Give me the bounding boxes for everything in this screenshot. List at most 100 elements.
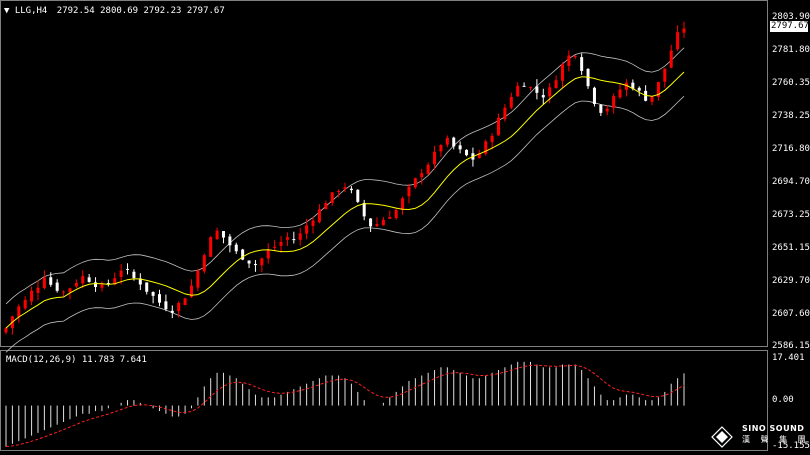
candle-body [324, 202, 328, 210]
ohlc-values: 2792.54 2800.69 2792.23 2797.67 [56, 6, 225, 16]
candle-body [158, 294, 162, 303]
candle-body [183, 298, 187, 306]
candle-body [4, 328, 8, 333]
chart-canvas[interactable] [0, 0, 810, 455]
candle-body [177, 302, 181, 312]
candle-body [17, 306, 21, 317]
candle-body [234, 244, 238, 252]
price-tick: 2781.80 [772, 45, 810, 55]
candle-body [74, 282, 78, 287]
candle-body [100, 284, 104, 288]
candle-body [599, 104, 603, 113]
candle-body [247, 260, 251, 264]
candle-body [407, 186, 411, 197]
candle-body [560, 64, 564, 81]
candle-body [23, 299, 27, 309]
candle-body [548, 87, 552, 97]
symbol-label: LLG,H4 [14, 6, 48, 16]
candle-body [669, 50, 673, 68]
candle-body [528, 87, 532, 89]
candle-body [298, 233, 302, 240]
candle-body [580, 57, 584, 71]
signal-path [5, 364, 685, 448]
candle-body [573, 56, 577, 58]
price-tick: 2694.70 [772, 177, 810, 187]
candle-body [413, 178, 417, 188]
candle-body [637, 87, 641, 91]
macd-signal-line [5, 364, 685, 448]
lower-band [5, 95, 685, 353]
price-tick: 2738.25 [772, 111, 810, 121]
candle-body [30, 290, 34, 302]
candle-body [676, 32, 680, 50]
triangle-down-icon[interactable]: ▼ [4, 6, 9, 16]
current-price-label: 2797.67 [770, 21, 809, 32]
candle-body [260, 258, 264, 266]
macd-histogram [5, 361, 685, 447]
candle-body [420, 173, 424, 178]
candle-body [132, 271, 136, 278]
candle-body [356, 189, 360, 202]
candlesticks [4, 21, 686, 335]
candle-body [273, 246, 277, 248]
candle-body [497, 117, 501, 136]
candle-body [592, 87, 596, 104]
candle-body [305, 225, 309, 234]
price-tick: 2760.35 [772, 78, 810, 88]
candle-body [612, 96, 616, 108]
candle-body [221, 231, 225, 238]
candle-body [253, 264, 257, 266]
candle-body [81, 276, 85, 284]
candle-body [381, 219, 385, 226]
price-tick: 2673.25 [772, 210, 810, 220]
candle-body [682, 28, 686, 33]
moving-average-line [5, 71, 685, 329]
candle-body [330, 192, 334, 203]
candle-body [509, 96, 513, 108]
candle-body [458, 145, 462, 150]
candle-body [42, 277, 46, 289]
ma-path [5, 71, 685, 329]
candle-body [554, 80, 558, 89]
candle-body [62, 291, 66, 293]
candle-body [196, 270, 200, 288]
candle-body [362, 202, 366, 217]
candle-body [426, 164, 430, 174]
price-tick: 2607.60 [772, 309, 810, 319]
candle-body [215, 230, 219, 240]
candle-body [36, 287, 40, 293]
price-tick: 2629.70 [772, 276, 810, 286]
candle-body [503, 107, 507, 120]
candle-body [164, 301, 168, 310]
candle-body [401, 198, 405, 211]
candle-body [445, 137, 449, 145]
candle-body [516, 85, 520, 97]
price-tick: 2586.15 [772, 341, 810, 351]
symbol-header[interactable]: ▼ LLG,H4 2792.54 2800.69 2792.23 2797.67 [4, 6, 225, 16]
candle-body [394, 210, 398, 219]
candle-body [266, 250, 270, 259]
price-tick: 2716.80 [772, 144, 810, 154]
diamond-logo-icon [711, 426, 733, 448]
candle-body [209, 237, 213, 257]
candle-body [375, 224, 379, 227]
candle-body [311, 220, 315, 226]
bollinger-bands [5, 47, 685, 353]
candle-body [279, 241, 283, 246]
candle-body [55, 282, 59, 291]
macd-tick: 0.00 [772, 395, 794, 405]
candle-body [650, 96, 654, 102]
candle-body [369, 218, 373, 227]
candle-body [202, 255, 206, 272]
candle-body [87, 277, 91, 282]
candle-body [349, 188, 353, 191]
candle-body [285, 237, 289, 240]
candle-body [292, 239, 296, 241]
candle-body [145, 282, 149, 292]
brand-watermark-sub: 漢 聲 集 團 [742, 435, 810, 444]
candle-body [126, 268, 130, 270]
candle-body [541, 95, 545, 98]
candle-body [170, 310, 174, 313]
macd-tick: 17.401 [772, 353, 805, 363]
candle-body [388, 217, 392, 219]
